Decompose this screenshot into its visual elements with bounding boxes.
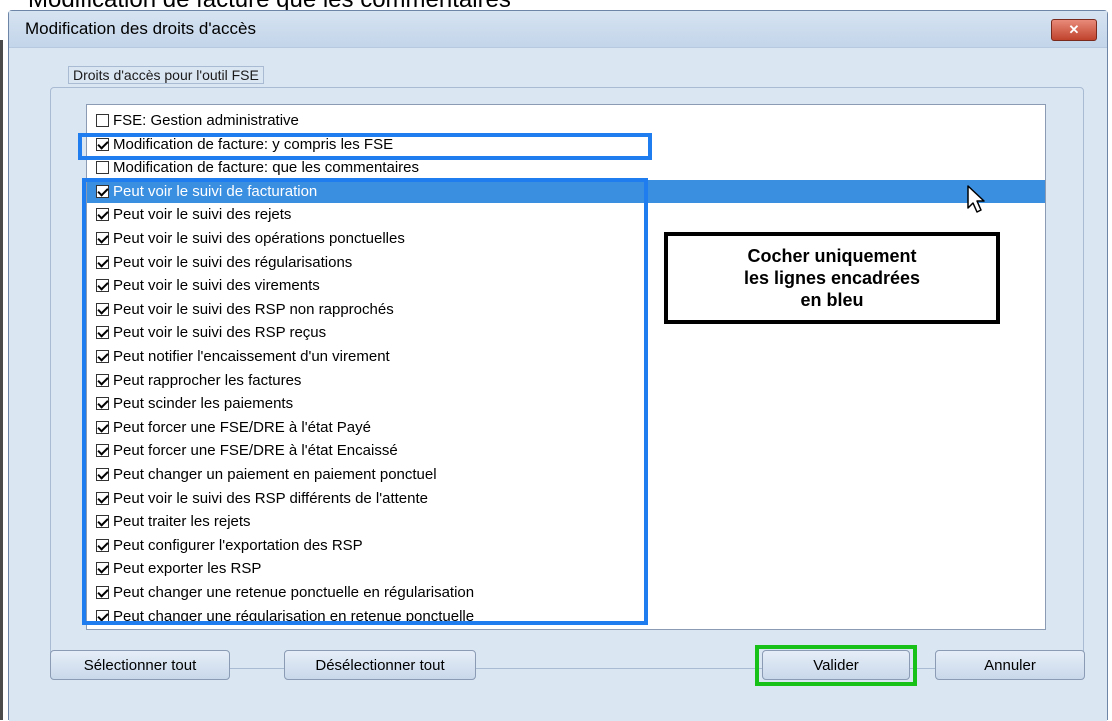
list-item-label: Peut voir le suivi des rejets xyxy=(113,206,292,224)
checkbox-unchecked-icon[interactable] xyxy=(96,161,109,175)
checkbox-checked-icon[interactable] xyxy=(96,326,109,340)
list-item[interactable]: Modification de facture: y compris les F… xyxy=(87,133,1045,156)
checkbox-checked-icon[interactable] xyxy=(96,350,109,363)
list-item-label: Peut voir le suivi de facturation xyxy=(113,182,318,200)
checkbox-checked-icon[interactable] xyxy=(96,515,109,529)
title-bar: Modification des droits d'accès ✕ xyxy=(9,11,1107,48)
note-line-2: les lignes encadrées xyxy=(743,268,921,288)
checkbox-checked-icon[interactable] xyxy=(96,538,109,552)
checkbox-checked-icon[interactable] xyxy=(96,586,109,599)
list-item-label: Peut voir le suivi des RSP différents de… xyxy=(113,489,428,507)
list-item[interactable]: Peut notifier l'encaissement d'un vireme… xyxy=(87,345,1045,368)
list-item[interactable]: Peut voir le suivi de facturation xyxy=(87,179,1045,203)
list-item-label: Peut voir le suivi des RSP reçus xyxy=(113,324,327,342)
list-item[interactable]: Peut changer un paiement en paiement pon… xyxy=(87,463,1045,486)
list-item[interactable]: Peut forcer une FSE/DRE à l'état Encaiss… xyxy=(87,439,1045,462)
list-item[interactable]: Modification de facture: que les comment… xyxy=(87,156,1045,179)
checkbox-checked-icon[interactable] xyxy=(96,468,109,481)
list-item[interactable]: FSE: Gestion administrative xyxy=(87,109,1045,132)
list-item-label: FSE: Gestion administrative xyxy=(113,112,299,129)
checkbox-checked-icon[interactable] xyxy=(96,232,109,245)
note-line-3: en bleu xyxy=(800,290,864,310)
deselect-all-button[interactable]: Désélectionner tout xyxy=(284,650,476,680)
mouse-cursor-icon xyxy=(967,185,985,213)
checkbox-checked-icon[interactable] xyxy=(96,420,109,434)
checkbox-unchecked-icon[interactable] xyxy=(96,114,109,127)
list-item-label: Peut voir le suivi des RSP non rapproché… xyxy=(113,300,394,318)
list-item-label: Peut voir le suivi des régularisations xyxy=(113,253,353,271)
list-item-label: Peut rapprocher les factures xyxy=(113,371,302,389)
list-item[interactable]: Peut changer une retenue ponctuelle en r… xyxy=(87,581,1045,604)
checkbox-checked-icon[interactable] xyxy=(96,137,109,151)
close-button[interactable]: ✕ xyxy=(1051,19,1097,41)
dialog-title: Modification des droits d'accès xyxy=(25,19,256,38)
checkbox-checked-icon[interactable] xyxy=(96,491,109,505)
list-item[interactable]: Peut scinder les paiements xyxy=(87,392,1045,415)
checkbox-checked-icon[interactable] xyxy=(96,373,109,387)
list-item-label: Peut configurer l'exportation des RSP xyxy=(113,536,363,554)
checkbox-checked-icon[interactable] xyxy=(96,444,109,458)
list-item-label: Peut notifier l'encaissement d'un vireme… xyxy=(113,348,390,365)
close-icon: ✕ xyxy=(1068,22,1080,37)
checkbox-checked-icon[interactable] xyxy=(96,302,109,316)
list-item-label: Peut changer un paiement en paiement pon… xyxy=(113,466,437,483)
list-item-label: Peut scinder les paiements xyxy=(113,395,294,413)
list-item-label: Peut forcer une FSE/DRE à l'état Encaiss… xyxy=(113,442,398,460)
list-item[interactable]: Peut exporter les RSP xyxy=(87,557,1045,580)
list-item-label: Peut voir le suivi des opérations ponctu… xyxy=(113,230,405,247)
select-all-button[interactable]: Sélectionner tout xyxy=(50,650,230,680)
list-item[interactable]: Peut forcer une FSE/DRE à l'état Payé xyxy=(87,416,1045,439)
list-item[interactable]: Peut rapprocher les factures xyxy=(87,369,1045,392)
validate-button[interactable]: Valider xyxy=(762,650,910,680)
list-item-label: Peut voir le suivi des virements xyxy=(113,277,320,295)
groupbox-label: Droits d'accès pour l'outil FSE xyxy=(68,66,264,84)
checkbox-checked-icon[interactable] xyxy=(96,184,109,198)
list-item-label: Modification de facture: y compris les F… xyxy=(113,135,394,153)
list-item[interactable]: Peut voir le suivi des rejets xyxy=(87,203,1045,226)
list-item[interactable]: Peut configurer l'exportation des RSP xyxy=(87,534,1045,557)
rights-listbox[interactable]: FSE: Gestion administrative Modification … xyxy=(86,104,1046,630)
list-item-label: Peut changer une régularisation en reten… xyxy=(113,607,475,625)
checkbox-checked-icon[interactable] xyxy=(96,397,109,411)
list-item-label: Peut exporter les RSP xyxy=(113,560,262,578)
instruction-note: Cocher uniquement les lignes encadrées e… xyxy=(664,232,1000,324)
background-window-edge xyxy=(0,40,3,720)
list-item-label: Peut forcer une FSE/DRE à l'état Payé xyxy=(113,418,371,436)
list-item[interactable]: Peut voir le suivi des RSP reçus xyxy=(87,321,1045,344)
list-item[interactable]: Peut voir le suivi des RSP différents de… xyxy=(87,487,1045,510)
checkbox-checked-icon[interactable] xyxy=(96,279,109,293)
checkbox-checked-icon[interactable] xyxy=(96,609,109,623)
list-item[interactable]: Peut traiter les rejets xyxy=(87,510,1045,533)
list-item-label: Modification de facture: que les comment… xyxy=(113,159,419,177)
checkbox-checked-icon[interactable] xyxy=(96,562,109,576)
list-item-label: Peut traiter les rejets xyxy=(113,513,251,531)
list-item-label: Peut changer une retenue ponctuelle en r… xyxy=(113,584,475,601)
cancel-button[interactable]: Annuler xyxy=(935,650,1085,680)
note-line-1: Cocher uniquement xyxy=(747,246,917,266)
checkbox-checked-icon[interactable] xyxy=(96,255,109,269)
list-item[interactable]: Peut changer une régularisation en reten… xyxy=(87,605,1045,628)
checkbox-checked-icon[interactable] xyxy=(96,208,109,222)
